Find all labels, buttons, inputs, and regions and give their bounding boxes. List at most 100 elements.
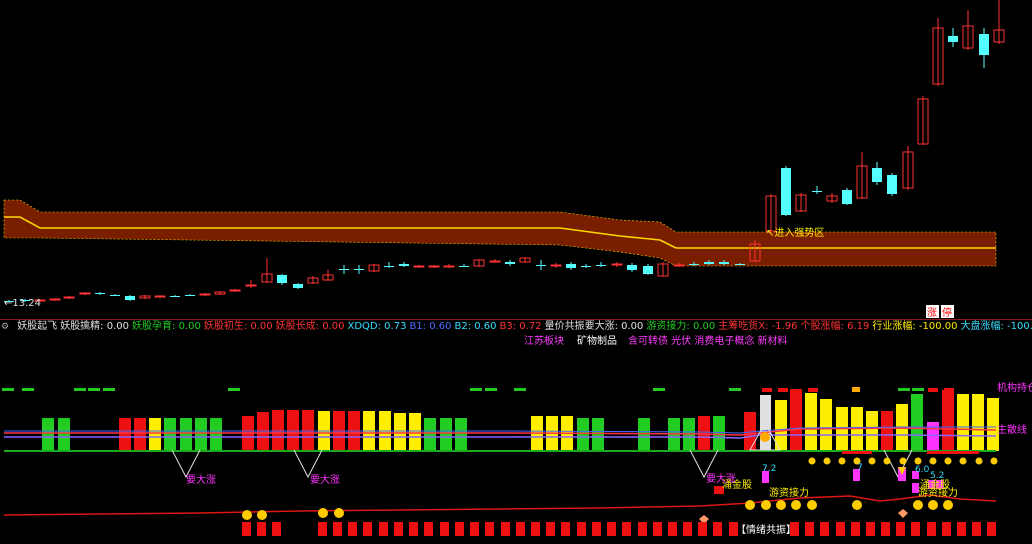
candle-body xyxy=(200,294,210,295)
smiley-icon xyxy=(852,500,862,510)
v-marker xyxy=(172,450,200,477)
main-price-panel[interactable]: ←13.24 ↖进入强势区 涨 停 xyxy=(0,0,1032,320)
signal-dot xyxy=(869,458,876,465)
indicator-value: 妖股长成: 0.00 xyxy=(276,321,345,332)
indicator-value: 量价共振要大涨: 0.00 xyxy=(545,321,644,332)
sentiment-block xyxy=(638,522,647,536)
candle-body xyxy=(627,265,637,270)
histogram-bar xyxy=(972,394,984,451)
histogram-bar xyxy=(866,411,878,451)
indicator-value: 妖股初生: 0.00 xyxy=(204,321,273,332)
candle-body xyxy=(230,290,240,291)
sentiment-block xyxy=(379,522,388,536)
smiley-icon xyxy=(943,500,953,510)
histogram-bar xyxy=(455,418,467,451)
indicator-status-bar: ⚙ 妖股起飞妖股擒精: 0.00妖股孕育: 0.00妖股初生: 0.00妖股长成… xyxy=(0,320,1032,334)
sentiment-block xyxy=(866,522,875,536)
sector-tag-bar: 江苏板块 矿物制品 含可转债 光伏 消费电子概念 新材料 xyxy=(0,335,1032,349)
signal-dash xyxy=(485,388,497,391)
v-marker xyxy=(690,450,718,477)
value-label: 6.0 xyxy=(915,465,930,475)
histogram-bar xyxy=(180,418,192,451)
candle-body xyxy=(95,293,105,294)
histogram-bar xyxy=(424,418,436,451)
signal-dot xyxy=(884,458,891,465)
candle-body xyxy=(612,264,622,265)
sentiment-block xyxy=(470,522,479,536)
signal-dash xyxy=(470,388,482,391)
indicator-value: 主筹吃货X: -1.96 xyxy=(718,321,797,332)
sector-tag[interactable]: 含可转债 光伏 消费电子概念 新材料 xyxy=(628,335,788,349)
indicator-value: B2: 0.60 xyxy=(454,321,496,332)
sentiment-label: 【情绪共振】 xyxy=(736,523,796,536)
candle-body xyxy=(704,262,714,264)
sentiment-block xyxy=(561,522,570,536)
sector-tag[interactable]: 矿物制品 xyxy=(577,335,617,349)
sentiment-block xyxy=(546,522,555,536)
indicator-value: 游资接力: 0.00 xyxy=(646,321,715,332)
sentiment-block xyxy=(851,522,860,536)
signal-dash xyxy=(852,387,860,392)
candle-body xyxy=(246,285,256,286)
candle-body xyxy=(596,265,606,266)
candle-body xyxy=(277,275,287,283)
sentiment-block xyxy=(363,522,372,536)
histogram-bar xyxy=(805,393,817,451)
candle-body xyxy=(293,284,303,288)
wait-rise-label: 要大涨 xyxy=(186,473,216,486)
sentiment-block xyxy=(577,522,586,536)
v-marker xyxy=(294,450,322,477)
diamond-icon xyxy=(898,509,908,518)
indicator-value: XDQD: 0.73 xyxy=(348,321,407,332)
signal-dash xyxy=(22,388,34,391)
institution-label: 机构持仓 xyxy=(997,381,1032,394)
sentiment-block xyxy=(698,522,707,536)
indicator-panel[interactable]: 机构持仓 主散线 要大涨 要大涨 要大涨 涌金股 涌金股 游资接力 游资接力 【… xyxy=(0,365,1032,540)
signal-dot xyxy=(824,458,831,465)
candle-body xyxy=(155,296,165,297)
sentiment-block xyxy=(972,522,981,536)
sentiment-block xyxy=(455,522,464,536)
histogram-bar xyxy=(134,418,146,451)
signal-dash xyxy=(927,451,979,454)
sentiment-block xyxy=(409,522,418,536)
histogram-bar xyxy=(119,418,131,451)
trend-band-fill xyxy=(4,200,996,266)
candle-body xyxy=(384,266,394,267)
candle-body xyxy=(444,266,454,267)
limit-stop-tag: 停 xyxy=(942,306,952,319)
signal-dot xyxy=(915,458,922,465)
sector-tag[interactable]: 江苏板块 xyxy=(524,335,564,349)
sentiment-line xyxy=(4,495,996,515)
candle-body xyxy=(812,191,822,192)
histogram-bar xyxy=(957,394,969,451)
trend-band xyxy=(4,200,996,266)
sentiment-block xyxy=(836,522,845,536)
signal-dash xyxy=(898,388,910,391)
smiley-icon xyxy=(776,500,786,510)
sentiment-block xyxy=(394,522,403,536)
candle-body xyxy=(735,264,745,265)
candle-body xyxy=(979,34,989,55)
candle-body xyxy=(719,262,729,264)
signal-dot xyxy=(991,458,998,465)
signal-dash xyxy=(778,388,788,392)
candle-body xyxy=(80,293,90,294)
value-label: 7.2 xyxy=(762,464,776,474)
histogram-bar xyxy=(638,418,650,451)
candle-body xyxy=(643,266,653,274)
candle-body xyxy=(170,296,180,297)
candle-body xyxy=(566,264,576,268)
gear-icon[interactable]: ⚙ xyxy=(1,320,11,334)
value-label: 5.2 xyxy=(930,471,944,481)
candle-body xyxy=(110,295,120,296)
indicator-value: B1: 0.60 xyxy=(409,321,451,332)
indicator-value: 大盘涨幅: -100.00 xyxy=(961,321,1032,332)
sentiment-block xyxy=(348,522,357,536)
smiley-icon xyxy=(745,500,755,510)
signal-dash xyxy=(74,388,86,391)
candle-body xyxy=(354,269,364,270)
sentiment-block xyxy=(668,522,677,536)
candle-body xyxy=(414,266,424,267)
histogram-bar xyxy=(58,418,70,451)
